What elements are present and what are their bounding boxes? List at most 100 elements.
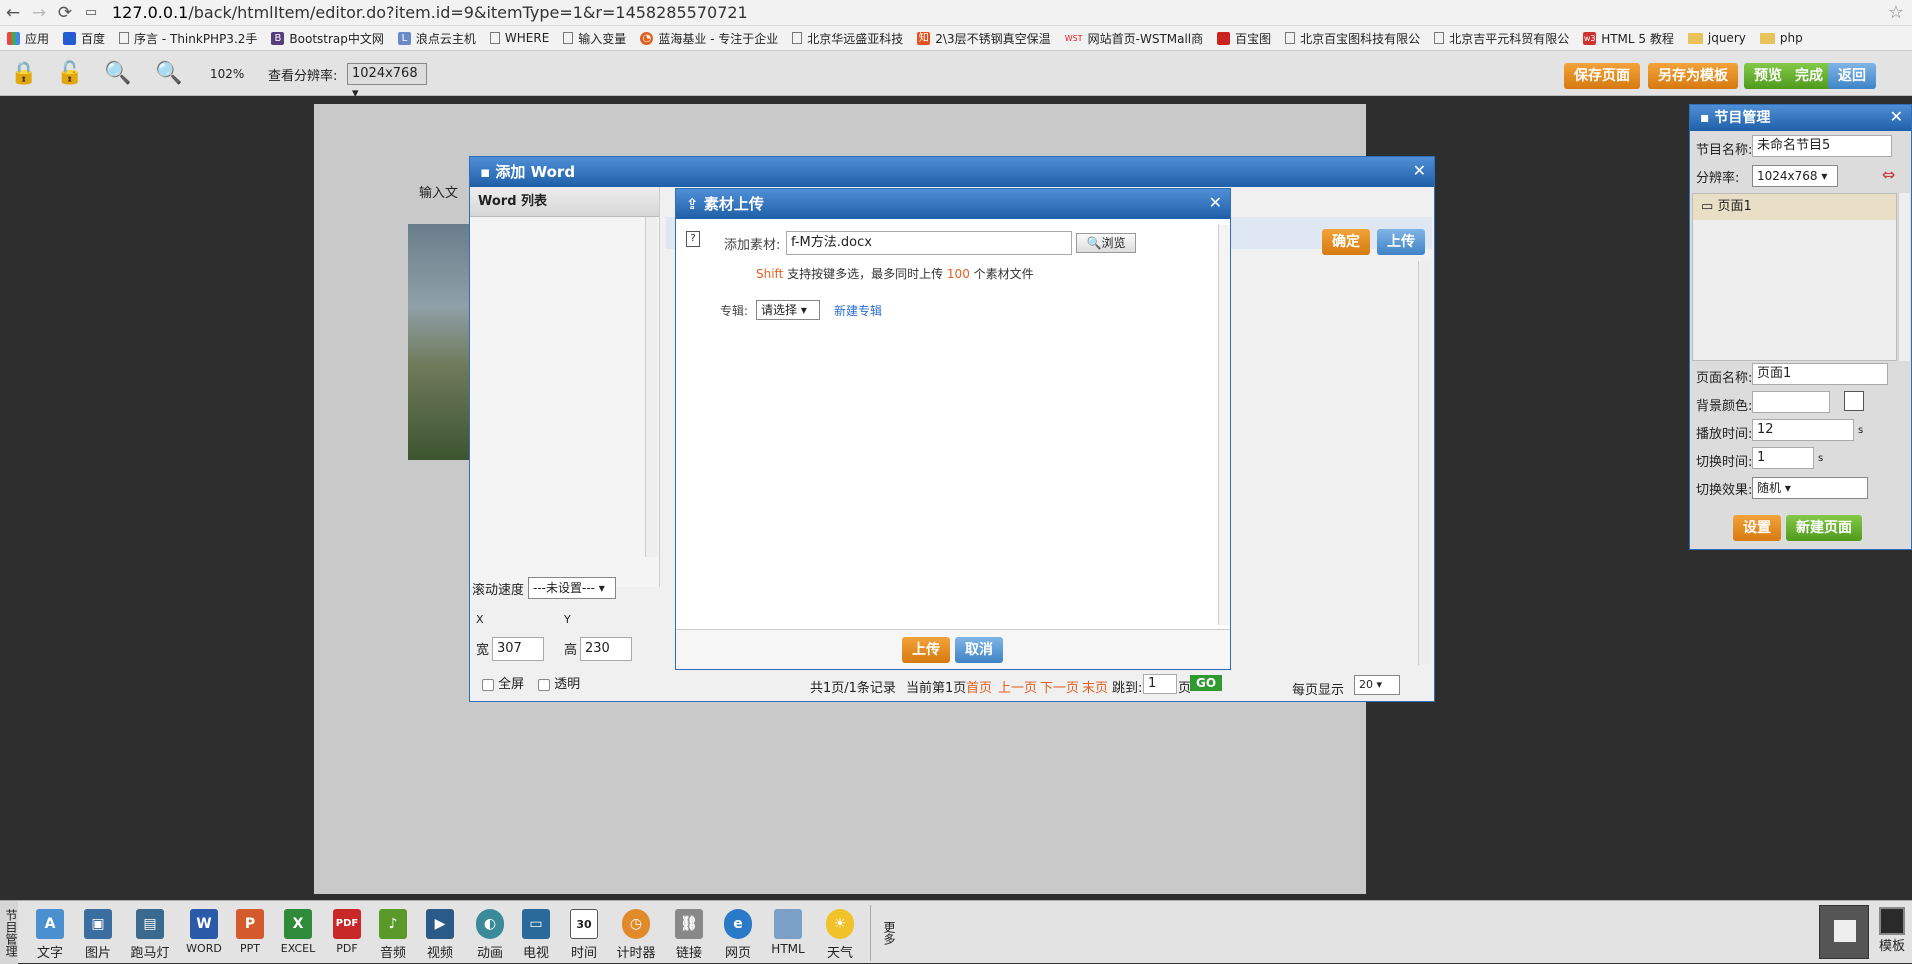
x-width-input[interactable]: 307 [492, 637, 544, 661]
component-text[interactable]: A 文字 [26, 909, 74, 961]
program-name-input[interactable]: 未命名节目5 [1752, 135, 1892, 157]
bookmark-baibaotu[interactable]: 百宝图 [1210, 27, 1278, 49]
save-template-button[interactable]: 另存为模板 [1648, 63, 1738, 89]
bookmark-jquery[interactable]: jquery [1681, 27, 1753, 49]
page-list-scrollbar[interactable] [1898, 193, 1910, 361]
pager-first[interactable]: 首页 [966, 677, 992, 696]
pager-go-button[interactable]: GO [1190, 675, 1223, 691]
y-height-input[interactable]: 230 [580, 637, 632, 661]
pager-jump-input[interactable]: 1 [1143, 674, 1177, 694]
url-input[interactable]: 127.0.0.1/back/htmlItem/editor.do?item.i… [112, 3, 1880, 22]
close-icon[interactable]: ✕ [1413, 161, 1426, 180]
pager-next[interactable]: 下一页 [1040, 677, 1079, 696]
bookmark-apps[interactable]: 应用 [0, 27, 56, 49]
per-page-label: 每页显示 [1292, 683, 1345, 698]
play-time-input[interactable]: 12 [1752, 419, 1854, 441]
component-ppt[interactable]: P PPT [226, 909, 274, 955]
bg-color-input[interactable] [1752, 391, 1830, 413]
resize-icon[interactable]: ⇔ [1882, 165, 1895, 184]
component-animation[interactable]: ◐ 动画 [466, 909, 514, 961]
bookmark-langdian[interactable]: L 浪点云主机 [391, 27, 483, 49]
canvas-text-element[interactable]: 输入文 [419, 182, 458, 201]
bookmark-html5[interactable]: w3 HTML 5 教程 [1576, 27, 1681, 49]
help-icon[interactable]: ? [686, 231, 700, 247]
back-button[interactable]: 返回 [1828, 63, 1876, 89]
upload-scrollbar[interactable] [1218, 225, 1230, 625]
word-table-scrollbar[interactable] [1418, 261, 1430, 665]
pager-prev[interactable]: 上一页 [998, 677, 1037, 696]
pager-last[interactable]: 末页 [1082, 677, 1108, 696]
component-video[interactable]: ▶ 视频 [416, 909, 464, 961]
confirm-button[interactable]: 确定 [1322, 229, 1370, 255]
bookmark-huayuan[interactable]: 北京华远盛亚科技 [785, 27, 910, 49]
word-list-scrollbar[interactable] [645, 217, 657, 557]
component-tv[interactable]: ▭ 电视 [512, 909, 560, 961]
page-list-item[interactable]: ▭ 页面1 [1693, 194, 1896, 220]
resolution-select[interactable]: 1024x768 ▾ [1752, 165, 1838, 187]
component-image[interactable]: ▣ 图片 [74, 909, 122, 961]
component-word[interactable]: W WORD [180, 909, 228, 955]
bookmark-zhihu[interactable]: 知 2\3层不锈钢真空保温 [910, 27, 1057, 49]
cancel-button[interactable]: 取消 [955, 637, 1003, 663]
new-page-button[interactable]: 新建页面 [1786, 515, 1862, 541]
component-html[interactable]: HTML [764, 909, 812, 956]
file-input[interactable]: f-M方法.docx [786, 231, 1072, 255]
component-link[interactable]: ⛓ 链接 [665, 909, 713, 961]
fullscreen-option[interactable]: 全屏 [482, 673, 524, 692]
zoom-in-icon[interactable]: 🔍 [104, 61, 131, 86]
upload-submit-button[interactable]: 上传 [902, 637, 950, 663]
close-icon[interactable]: ✕ [1890, 107, 1903, 126]
bookmark-baibaotu-co[interactable]: 北京百宝图科技有限公 [1278, 27, 1427, 49]
color-picker-icon[interactable] [1844, 391, 1864, 411]
save-page-button[interactable]: 保存页面 [1564, 63, 1640, 89]
toggle-panel-button[interactable] [1819, 905, 1869, 959]
component-timer[interactable]: ◷ 计时器 [612, 909, 660, 961]
upload-icon: ⇪ [686, 195, 699, 213]
transparent-checkbox[interactable] [538, 678, 550, 691]
bookmark-php[interactable]: php [1753, 27, 1810, 49]
template-button[interactable]: 模板 [1874, 907, 1910, 954]
bookmark-input-vars[interactable]: 输入变量 [556, 27, 633, 49]
page-name-input[interactable]: 页面1 [1752, 363, 1888, 385]
browse-button[interactable]: 🔍浏览 [1076, 233, 1136, 253]
more-button[interactable]: 更多 [870, 905, 896, 961]
reload-icon[interactable]: ⟳ [52, 3, 78, 23]
back-icon[interactable]: ← [0, 3, 26, 23]
new-album-link[interactable]: 新建专辑 [834, 302, 882, 319]
settings-button[interactable]: 设置 [1733, 515, 1781, 541]
bookmark-lanhai[interactable]: ◔ 蓝海基业 - 专注于企业 [633, 27, 785, 49]
speed-select[interactable]: ---未设置--- ▾ [528, 577, 616, 599]
forward-icon[interactable]: → [26, 3, 52, 23]
component-time[interactable]: 30 时间 [560, 909, 608, 961]
album-select[interactable]: 请选择 ▾ [756, 300, 820, 320]
page-item-label: 页面1 [1717, 199, 1752, 214]
program-manager-tab[interactable]: 节目管理 [0, 901, 18, 964]
bookmark-baidu[interactable]: 🐾 百度 [56, 27, 112, 49]
canvas-image[interactable] [408, 224, 470, 460]
done-button[interactable]: 完成 [1785, 63, 1833, 89]
switch-effect-select[interactable]: 随机 ▾ [1752, 477, 1868, 499]
lock-icon[interactable]: 🔒 [10, 61, 37, 86]
bookmark-label: jquery [1707, 31, 1746, 45]
component-audio[interactable]: ♪ 音频 [369, 909, 417, 961]
transparent-option[interactable]: 透明 [538, 673, 580, 692]
per-page-select[interactable]: 20 ▾ [1354, 675, 1400, 695]
bookmark-thinkphp[interactable]: 序言 - ThinkPHP3.2手 [112, 27, 264, 49]
zoom-out-icon[interactable]: 🔍 [155, 61, 182, 86]
bookmark-wstmall[interactable]: WST 网站首页-WSTMall商 [1058, 27, 1211, 49]
bookmark-bootstrap[interactable]: B Bootstrap中文网 [264, 27, 390, 49]
bookmark-where[interactable]: WHERE [483, 27, 556, 49]
close-icon[interactable]: ✕ [1209, 193, 1222, 212]
upload-button[interactable]: 上传 [1377, 229, 1425, 255]
component-weather[interactable]: ☀ 天气 [816, 909, 864, 961]
unlock-icon[interactable]: 🔓 [56, 61, 83, 86]
resolution-select[interactable]: 1024x768 ▾ [347, 63, 427, 101]
component-pdf[interactable]: PDF PDF [323, 909, 371, 955]
component-marquee[interactable]: ▤ 跑马灯 [126, 909, 174, 961]
bookmark-star-icon[interactable]: ☆ [1880, 2, 1912, 23]
bookmark-jipingyuan[interactable]: 北京吉平元科贸有限公 [1427, 27, 1576, 49]
switch-time-input[interactable]: 1 [1752, 447, 1814, 469]
component-webpage[interactable]: e 网页 [714, 909, 762, 961]
fullscreen-checkbox[interactable] [482, 678, 494, 691]
component-excel[interactable]: X EXCEL [274, 909, 322, 955]
